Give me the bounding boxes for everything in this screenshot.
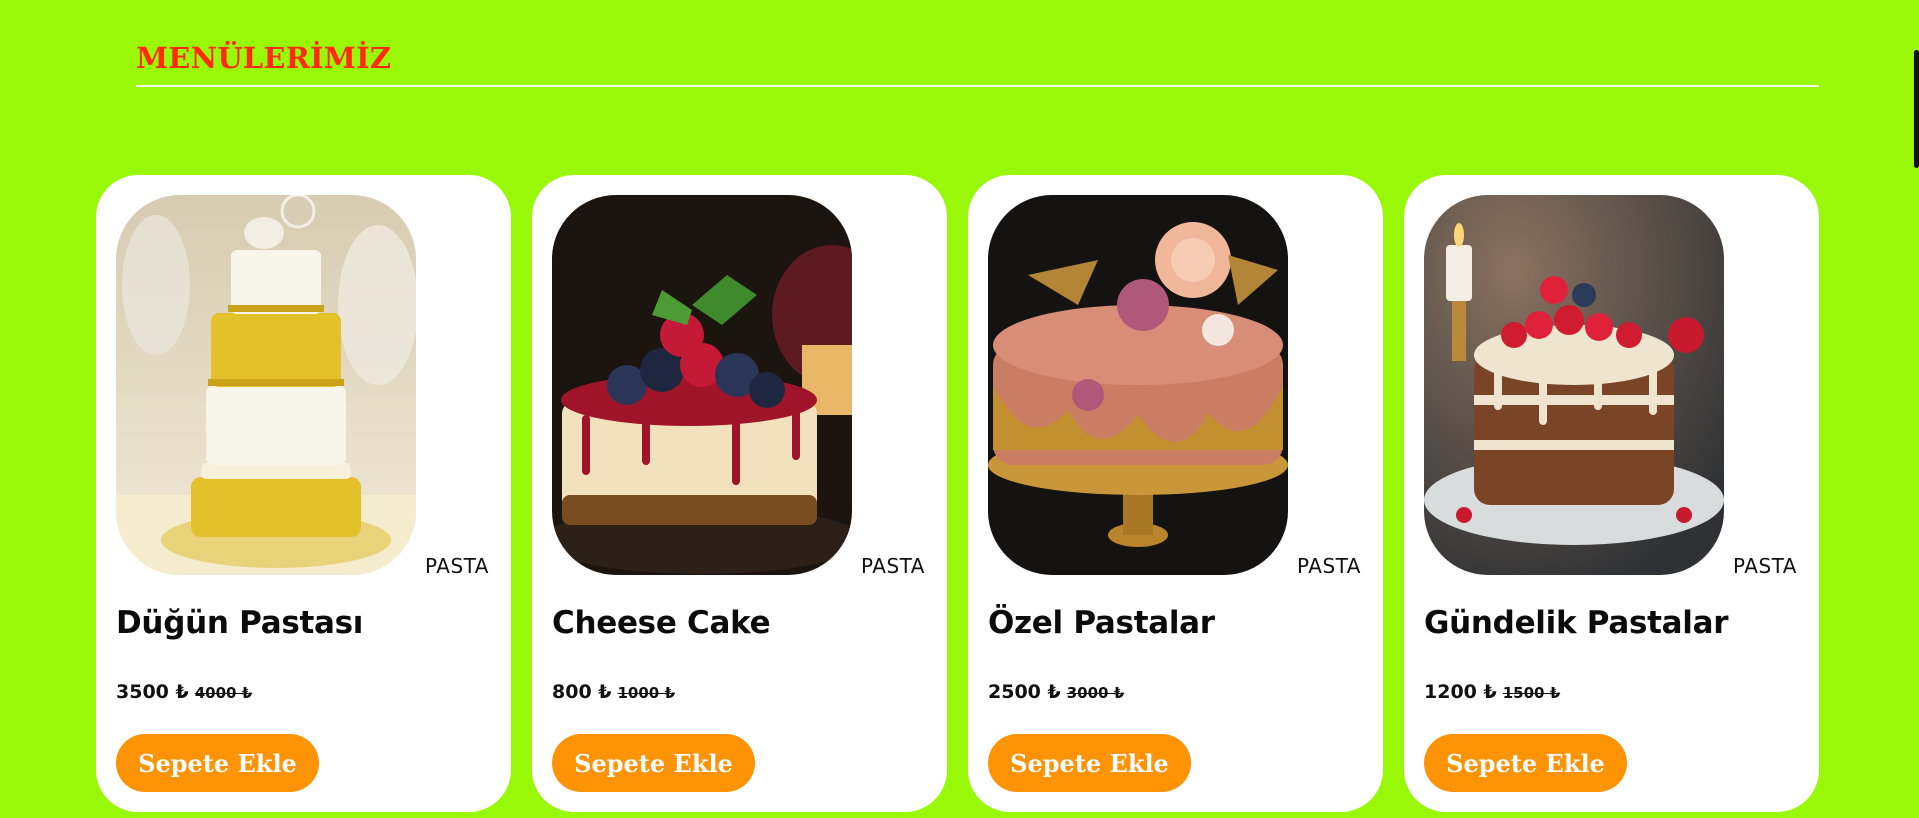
product-category: PASTA <box>860 554 925 578</box>
product-price: 3500 ₺ <box>116 681 189 703</box>
price-row: 1200 ₺ 1500 ₺ <box>1424 681 1560 703</box>
product-price: 2500 ₺ <box>988 681 1061 703</box>
product-category: PASTA <box>1732 554 1797 578</box>
product-image[interactable] <box>552 195 852 575</box>
product-card: PASTA Düğün Pastası 3500 ₺ 4000 ₺ Sepete… <box>96 175 511 812</box>
add-to-cart-button[interactable]: Sepete Ekle <box>1424 734 1627 792</box>
product-old-price: 3000 ₺ <box>1066 684 1125 702</box>
cheesecake-image <box>552 195 852 575</box>
product-card: PASTA Gündelik Pastalar 1200 ₺ 1500 ₺ Se… <box>1404 175 1819 812</box>
product-category: PASTA <box>1296 554 1361 578</box>
special-cake-image <box>988 195 1288 575</box>
product-image[interactable] <box>116 195 416 575</box>
section-title: MENÜLERİMİZ <box>136 41 392 75</box>
product-name: Özel Pastalar <box>988 605 1215 641</box>
product-card-list: PASTA Düğün Pastası 3500 ₺ 4000 ₺ Sepete… <box>96 175 1819 812</box>
title-divider <box>136 85 1819 87</box>
product-category: PASTA <box>424 554 489 578</box>
scrollbar-thumb[interactable] <box>1914 50 1919 168</box>
product-old-price: 4000 ₺ <box>194 684 253 702</box>
product-card: PASTA Özel Pastalar 2500 ₺ 3000 ₺ Sepete… <box>968 175 1383 812</box>
price-row: 3500 ₺ 4000 ₺ <box>116 681 252 703</box>
price-row: 2500 ₺ 3000 ₺ <box>988 681 1124 703</box>
product-name: Düğün Pastası <box>116 605 364 641</box>
product-price: 800 ₺ <box>552 681 612 703</box>
product-price: 1200 ₺ <box>1424 681 1497 703</box>
product-image[interactable] <box>988 195 1288 575</box>
product-image[interactable] <box>1424 195 1724 575</box>
section-header: MENÜLERİMİZ <box>136 40 1819 87</box>
product-old-price: 1500 ₺ <box>1502 684 1561 702</box>
product-card: PASTA Cheese Cake 800 ₺ 1000 ₺ Sepete Ek… <box>532 175 947 812</box>
product-old-price: 1000 ₺ <box>617 684 675 702</box>
add-to-cart-button[interactable]: Sepete Ekle <box>116 734 319 792</box>
wedding-cake-image <box>116 195 416 575</box>
price-row: 800 ₺ 1000 ₺ <box>552 681 675 703</box>
product-name: Cheese Cake <box>552 605 771 641</box>
product-name: Gündelik Pastalar <box>1424 605 1729 641</box>
add-to-cart-button[interactable]: Sepete Ekle <box>552 734 755 792</box>
add-to-cart-button[interactable]: Sepete Ekle <box>988 734 1191 792</box>
daily-cake-image <box>1424 195 1724 575</box>
